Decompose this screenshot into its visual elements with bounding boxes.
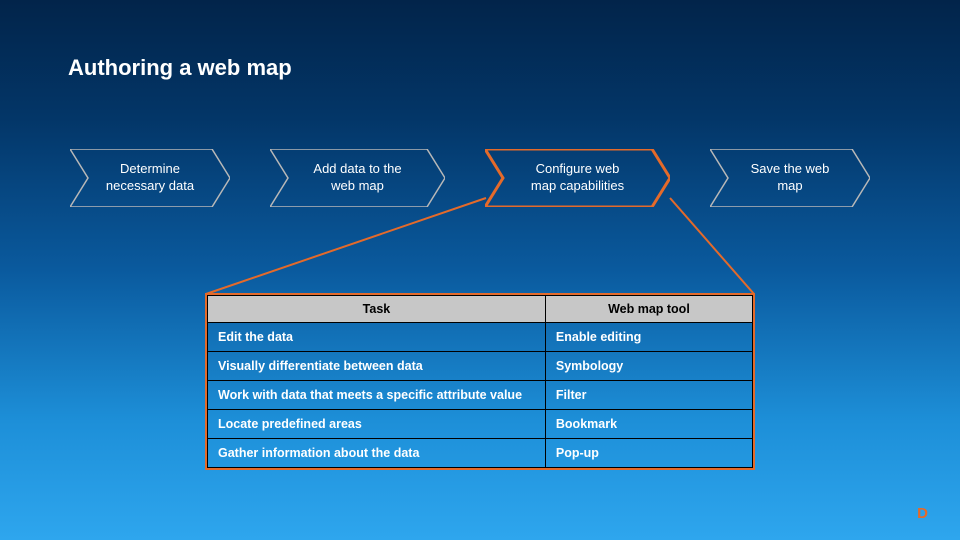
task-cell: Locate predefined areas xyxy=(208,410,546,439)
task-cell: Edit the data xyxy=(208,323,546,352)
chevron-label: Configure webmap capabilities xyxy=(523,161,632,194)
task-cell: Gather information about the data xyxy=(208,439,546,468)
task-cell: Visually differentiate between data xyxy=(208,352,546,381)
task-tool-table: Task Web map tool Edit the data Enable e… xyxy=(205,293,755,470)
table-row: Visually differentiate between data Symb… xyxy=(208,352,753,381)
tool-cell: Bookmark xyxy=(545,410,752,439)
chevron-step-1: Determinenecessary data xyxy=(70,149,230,207)
chevron-step-3-highlighted: Configure webmap capabilities xyxy=(485,149,670,207)
tool-cell: Pop-up xyxy=(545,439,752,468)
footer-letter: D xyxy=(917,505,928,522)
tool-cell: Filter xyxy=(545,381,752,410)
table-header-row: Task Web map tool xyxy=(208,296,753,323)
table-header-tool: Web map tool xyxy=(545,296,752,323)
chevron-step-2: Add data to theweb map xyxy=(270,149,445,207)
chevron-label: Add data to theweb map xyxy=(305,161,409,194)
chevron-label: Save the webmap xyxy=(743,161,838,194)
task-cell: Work with data that meets a specific att… xyxy=(208,381,546,410)
page-title: Authoring a web map xyxy=(68,55,292,81)
tool-cell: Enable editing xyxy=(545,323,752,352)
table-row: Edit the data Enable editing xyxy=(208,323,753,352)
chevron-label: Determinenecessary data xyxy=(98,161,202,194)
table-header-task: Task xyxy=(208,296,546,323)
table-row: Gather information about the data Pop-up xyxy=(208,439,753,468)
tool-cell: Symbology xyxy=(545,352,752,381)
table-row: Work with data that meets a specific att… xyxy=(208,381,753,410)
process-chevrons: Determinenecessary data Add data to thew… xyxy=(70,140,890,215)
chevron-step-4: Save the webmap xyxy=(710,149,870,207)
table-row: Locate predefined areas Bookmark xyxy=(208,410,753,439)
